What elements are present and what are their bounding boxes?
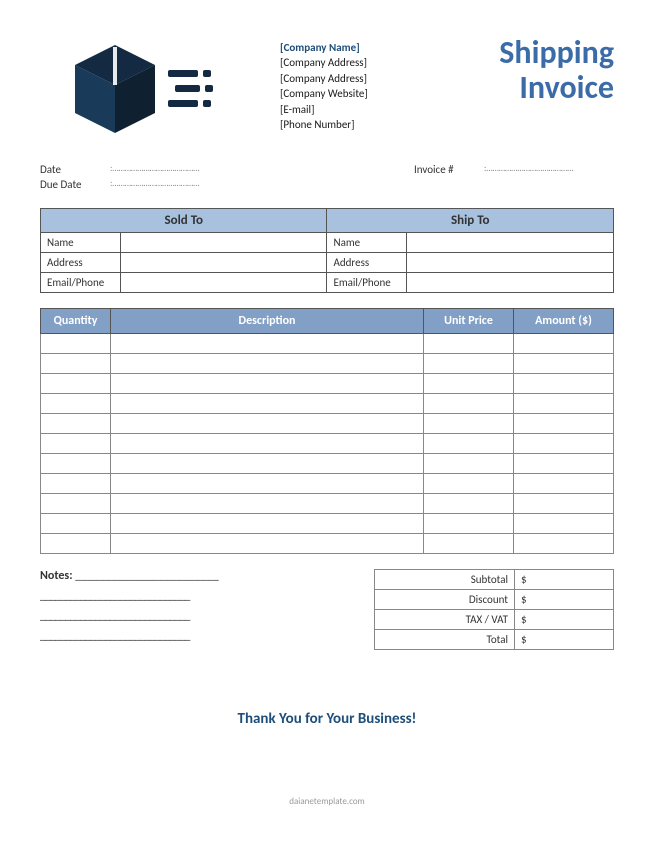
item-row[interactable] [41,434,614,454]
date-label: Date [40,163,110,176]
discount-value[interactable]: $ [515,590,614,610]
party-table: Sold To Ship To Name Name Address Addres… [40,208,614,293]
invoice-number-value[interactable]: :…………………………………… [484,163,614,176]
date-value[interactable]: :…………………………………… [110,163,414,176]
ship-to-contact-value[interactable] [407,273,614,293]
col-quantity-header: Quantity [41,309,111,334]
item-row[interactable] [41,454,614,474]
item-row[interactable] [41,394,614,414]
notes-line: ______________________________ [40,609,344,623]
sold-to-contact-label: Email/Phone [41,273,121,293]
col-unit-price-header: Unit Price [424,309,514,334]
item-row[interactable] [41,474,614,494]
ship-to-address-value[interactable] [407,253,614,273]
sold-to-name-value[interactable] [120,233,327,253]
totals-table: Subtotal $ Discount $ TAX / VAT $ Total … [374,569,614,650]
ship-to-header: Ship To [327,209,614,233]
item-row[interactable] [41,354,614,374]
total-value[interactable]: $ [515,630,614,650]
ship-to-name-value[interactable] [407,233,614,253]
sold-to-name-label: Name [41,233,121,253]
sold-to-contact-value[interactable] [120,273,327,293]
notes-section[interactable]: Notes: ________________________ ________… [40,569,374,650]
title-line1: Shipping [430,35,614,70]
company-website: [Company Website] [280,86,430,101]
item-row[interactable] [41,414,614,434]
col-description-header: Description [111,309,424,334]
subtotal-label: Subtotal [375,570,515,590]
company-phone: [Phone Number] [280,117,430,132]
title-line2: Invoice [430,70,614,105]
invoice-number-label: Invoice # [414,163,484,176]
tax-value[interactable]: $ [515,610,614,630]
due-date-label: Due Date [40,178,110,191]
item-row[interactable] [41,374,614,394]
ship-to-name-label: Name [327,233,407,253]
tax-label: TAX / VAT [375,610,515,630]
due-date-value[interactable]: :…………………………………… [110,178,414,191]
notes-label: Notes: [40,569,73,583]
sold-to-address-value[interactable] [120,253,327,273]
items-table: Quantity Description Unit Price Amount (… [40,308,614,554]
item-row[interactable] [41,514,614,534]
total-label: Total [375,630,515,650]
company-address1: [Company Address] [280,55,430,70]
notes-line: ______________________________ [40,629,344,643]
thank-you-message: Thank You for Your Business! [40,710,614,728]
subtotal-value[interactable]: $ [515,570,614,590]
company-email: [E-mail] [280,102,430,117]
item-row[interactable] [41,534,614,554]
ship-to-contact-label: Email/Phone [327,273,407,293]
company-address2: [Company Address] [280,71,430,86]
company-name: [Company Name] [280,40,430,55]
watermark: daianetemplate.com [0,796,654,807]
notes-line: ______________________________ [40,589,344,603]
shipping-box-icon [40,30,280,143]
sold-to-address-label: Address [41,253,121,273]
item-row[interactable] [41,334,614,354]
sold-to-header: Sold To [41,209,327,233]
item-row[interactable] [41,494,614,514]
discount-label: Discount [375,590,515,610]
ship-to-address-label: Address [327,253,407,273]
document-title: Shipping Invoice [430,30,614,105]
company-info: [Company Name] [Company Address] [Compan… [280,30,430,132]
col-amount-header: Amount ($) [514,309,614,334]
notes-line: ________________________ [75,569,218,583]
